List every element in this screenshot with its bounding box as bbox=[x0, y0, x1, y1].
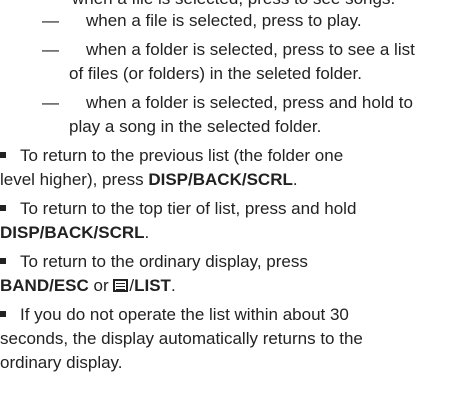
period: . bbox=[144, 223, 150, 242]
bullet-timeout: If you do not operate the list within ab… bbox=[0, 304, 349, 326]
dash-item-text: when a file is selected, press to play. bbox=[86, 11, 362, 30]
dash-item-text: when a folder is selected, press to see … bbox=[86, 40, 415, 59]
dash-item-folder: — when a folder is selected, press to see… bbox=[42, 39, 415, 61]
bullet-timeout-cont2: ordinary display. bbox=[0, 352, 123, 374]
dash-item-folder-hold-cont: play a song in the selected folder. bbox=[69, 116, 321, 138]
dash-item-text: of files (or folders) in the seleted fol… bbox=[69, 64, 362, 83]
dash-item-folder-cont: of files (or folders) in the seleted fol… bbox=[69, 63, 362, 85]
key-band-esc: BAND/ESC bbox=[0, 276, 89, 295]
dash-item-folder-hold: — when a folder is selected, press and ho… bbox=[42, 92, 413, 114]
bullet-text: ordinary display. bbox=[0, 353, 123, 372]
bullet-top-tier: To return to the top tier of list, press… bbox=[0, 198, 356, 220]
clipped-line-text: when a file is selected, press to see so… bbox=[72, 0, 395, 8]
bullet-text: To return to the previous list (the fold… bbox=[20, 146, 344, 165]
bullet-text: If you do not operate the list within ab… bbox=[20, 305, 349, 324]
or-text: or bbox=[88, 276, 114, 295]
bullet-previous-list-cont: level higher), press DISP/BACK/SCRL. bbox=[0, 169, 298, 191]
bullet-text: seconds, the display automatically retur… bbox=[0, 329, 363, 348]
dash-item-file: — when a file is selected, press to play. bbox=[42, 10, 362, 32]
key-disp-back-scrl: DISP/BACK/SCRL bbox=[148, 170, 293, 189]
square-bullet-icon bbox=[0, 311, 6, 317]
dash-marker: — bbox=[42, 11, 59, 30]
square-bullet-icon bbox=[0, 258, 6, 264]
bullet-ordinary-display: To return to the ordinary display, press bbox=[0, 251, 308, 273]
list-icon bbox=[113, 279, 129, 292]
bullet-top-tier-cont: DISP/BACK/SCRL. bbox=[0, 222, 149, 244]
manual-page: when a file is selected, press to see so… bbox=[0, 0, 457, 393]
square-bullet-icon bbox=[0, 152, 6, 158]
bullet-text: To return to the top tier of list, press… bbox=[20, 199, 357, 218]
key-list: LIST bbox=[134, 276, 171, 295]
key-disp-back-scrl: DISP/BACK/SCRL bbox=[0, 223, 145, 242]
dash-marker: — bbox=[42, 93, 59, 112]
bullet-text: To return to the ordinary display, press bbox=[20, 252, 308, 271]
period: . bbox=[170, 276, 176, 295]
bullet-ordinary-display-cont: BAND/ESC or /LIST. bbox=[0, 275, 176, 297]
bullet-text: level higher), press bbox=[0, 170, 149, 189]
dash-marker: — bbox=[42, 40, 59, 59]
dash-item-text: play a song in the selected folder. bbox=[69, 117, 322, 136]
bullet-previous-list: To return to the previous list (the fold… bbox=[0, 145, 343, 167]
bullet-timeout-cont1: seconds, the display automatically retur… bbox=[0, 328, 363, 350]
square-bullet-icon bbox=[0, 205, 6, 211]
clipped-line: when a file is selected, press to see so… bbox=[72, 0, 395, 10]
dash-item-text: when a folder is selected, press and hol… bbox=[86, 93, 413, 112]
period: . bbox=[292, 170, 298, 189]
